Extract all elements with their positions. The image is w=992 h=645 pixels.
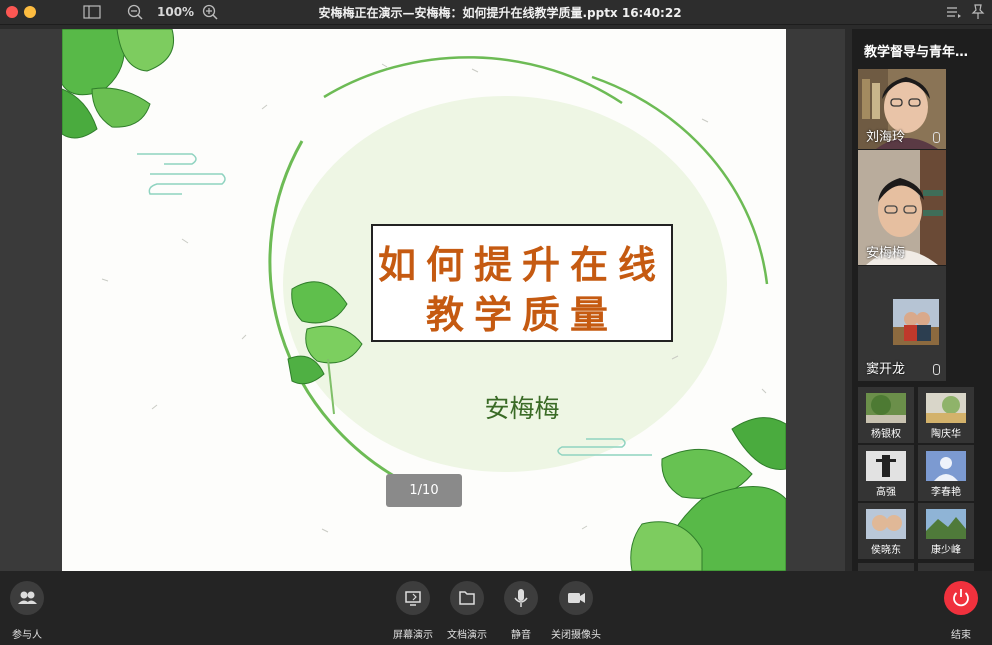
meeting-room-name: 教学督导与青年…	[864, 45, 969, 60]
participant-thumbnail[interactable]: 康少峰	[918, 503, 974, 559]
microphone-icon	[933, 364, 940, 375]
participants-label: 参与人	[12, 630, 42, 641]
minimize-window-button[interactable]	[24, 6, 36, 18]
participant-name: 安梅梅	[866, 246, 906, 261]
slide-page-indicator: 1/10	[386, 474, 462, 507]
participant-name: 高强	[876, 487, 896, 498]
participant-thumbnail[interactable]: 李春艳	[918, 445, 974, 501]
camera-off-button[interactable]: 关闭摄像头	[548, 581, 604, 641]
participant-thumbnail[interactable]: 侯晓东	[858, 503, 914, 559]
end-meeting-button[interactable]: 结束	[940, 581, 982, 641]
document-icon	[459, 591, 475, 605]
participant-thumbnail[interactable]: 高强	[858, 445, 914, 501]
microphone-icon	[933, 132, 940, 143]
participant-avatar	[866, 393, 906, 423]
end-meeting-button-bg	[944, 581, 978, 615]
participant-avatar	[926, 509, 966, 539]
slide-author: 安梅梅	[484, 394, 560, 423]
participant-thumbnail[interactable]	[918, 563, 974, 571]
camera-off-button-bg	[559, 581, 593, 615]
video-tile[interactable]: 安梅梅	[858, 150, 946, 265]
participant-name: 李春艳	[931, 487, 961, 498]
document-share-button-bg	[450, 581, 484, 615]
end-meeting-label: 结束	[951, 630, 971, 641]
mute-label: 静音	[511, 630, 531, 641]
zoom-level: 100%	[157, 5, 195, 19]
zoom-out-icon[interactable]	[127, 4, 143, 20]
presentation-stage: 如何提升在线 教学质量 安梅梅 1/10	[0, 29, 845, 571]
participant-thumbnail[interactable]: 陶庆华	[918, 387, 974, 443]
participant-avatar	[866, 451, 906, 481]
participant-avatar	[866, 509, 906, 539]
participant-avatar	[926, 393, 966, 423]
slide-title-line-1: 如何提升在线	[377, 242, 666, 287]
zoom-in-icon[interactable]	[202, 4, 218, 20]
video-tile[interactable]: 刘海玲	[858, 69, 946, 149]
screen-share-button[interactable]: 屏幕演示	[392, 581, 434, 641]
sidebar-toggle-icon[interactable]	[83, 5, 101, 19]
participants-button[interactable]: 参与人	[4, 581, 50, 641]
participants-panel: 教学督导与青年… 刘海玲 安梅梅 窦开龙 杨银权 陶庆华 高强 李春艳 侯晓东 …	[852, 29, 992, 571]
power-icon	[953, 589, 969, 607]
close-window-button[interactable]	[6, 6, 18, 18]
microphone-icon	[514, 589, 528, 607]
video-tile[interactable]: 窦开龙	[858, 266, 946, 381]
slide-title-line-2: 教学质量	[425, 292, 618, 337]
participant-name: 康少峰	[931, 545, 961, 556]
screen-share-icon	[405, 591, 421, 606]
window-title: 安梅梅正在演示—安梅梅：如何提升在线教学质量.pptx 16:40:22	[318, 6, 682, 20]
document-share-button[interactable]: 文档演示	[446, 581, 488, 641]
screen-share-label: 屏幕演示	[393, 630, 433, 641]
screen-share-button-bg	[396, 581, 430, 615]
list-icon[interactable]	[946, 5, 962, 19]
mute-button-bg	[504, 581, 538, 615]
camera-icon	[568, 593, 585, 603]
slide-title-box: 如何提升在线 教学质量	[371, 224, 673, 342]
meeting-toolbar: 参与人 屏幕演示 文档演示 静音 关闭摄像头 结束	[0, 571, 992, 645]
participant-avatar	[893, 299, 939, 345]
participant-name: 侯晓东	[871, 545, 901, 556]
participant-avatar	[926, 451, 966, 481]
participant-name: 杨银权	[871, 429, 901, 440]
participants-button-bg	[10, 581, 44, 615]
people-icon	[18, 591, 37, 604]
participant-name: 刘海玲	[866, 130, 906, 145]
participant-thumbnail[interactable]	[858, 563, 914, 571]
participant-name: 陶庆华	[931, 429, 961, 440]
participant-name: 窦开龙	[866, 362, 906, 377]
pin-icon[interactable]	[971, 4, 985, 20]
title-bar: 100% 安梅梅正在演示—安梅梅：如何提升在线教学质量.pptx 16:40:2…	[0, 0, 992, 25]
mute-button[interactable]: 静音	[500, 581, 542, 641]
document-share-label: 文档演示	[447, 630, 487, 641]
camera-off-label: 关闭摄像头	[551, 630, 601, 641]
participant-thumbnail[interactable]: 杨银权	[858, 387, 914, 443]
